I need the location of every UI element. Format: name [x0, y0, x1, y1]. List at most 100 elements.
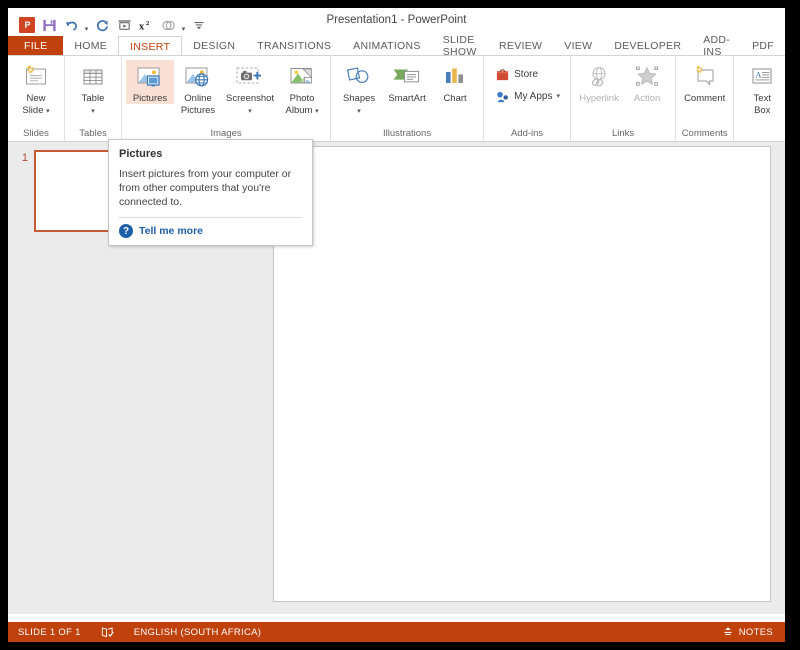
text-box-label-2: Box [754, 105, 770, 116]
document-title: Presentation1 - PowerPoint [8, 14, 785, 26]
shapes-caret-icon[interactable]: ▾ [357, 108, 361, 115]
chart-label: Chart [443, 93, 466, 104]
smartart-label: SmartArt [388, 93, 425, 104]
action-button[interactable]: Action [623, 60, 671, 104]
my-apps-button[interactable]: My Apps ▾ [491, 85, 563, 107]
screenshot-caret-icon[interactable]: ▾ [248, 108, 252, 115]
tooltip-title: Pictures [119, 148, 302, 160]
tooltip-body: Insert pictures from your computer or fr… [119, 167, 302, 209]
tab-insert[interactable]: INSERT [118, 36, 182, 56]
tooltip-separator [119, 217, 302, 218]
group-label-comments: Comments [680, 126, 729, 141]
my-apps-icon [494, 88, 510, 104]
ribbon-group-images: Pictures [122, 56, 331, 141]
ribbon-tab-strip: FILE HOME INSERT DESIGN TRANSITIONS ANIM… [8, 36, 785, 56]
language-status[interactable]: ENGLISH (SOUTH AFRICA) [124, 627, 271, 638]
tab-file[interactable]: FILE [8, 36, 63, 56]
group-label-text: Text [738, 126, 785, 141]
status-bar: SLIDE 1 OF 1 ENGLISH (SOUTH AFRICA) [8, 622, 785, 642]
status-bar-right: NOTES [722, 626, 785, 638]
tab-review[interactable]: REVIEW [488, 36, 553, 56]
powerpoint-window: P ▾ [8, 8, 785, 642]
pictures-icon [135, 62, 165, 92]
online-pictures-label-2: Pictures [181, 105, 215, 116]
table-label: Table [82, 93, 105, 104]
help-question-icon: ? [119, 224, 133, 238]
hyperlink-label: Hyperlink [579, 93, 619, 104]
tab-transitions[interactable]: TRANSITIONS [246, 36, 342, 56]
store-button[interactable]: Store [491, 63, 563, 85]
ribbon-group-illustrations: Shapes ▾ SmartArt [331, 56, 484, 141]
my-apps-caret-icon[interactable]: ▾ [556, 93, 560, 100]
photo-album-label-1: Photo [290, 93, 315, 104]
tell-me-more-link[interactable]: Tell me more [139, 225, 203, 237]
online-pictures-icon [183, 62, 213, 92]
group-label-illustrations: Illustrations [335, 126, 479, 141]
tab-animations[interactable]: ANIMATIONS [342, 36, 432, 56]
language-label: ENGLISH (SOUTH AFRICA) [134, 627, 261, 638]
smartart-button[interactable]: SmartArt [383, 60, 431, 104]
hyperlink-icon [584, 62, 614, 92]
shapes-icon [344, 62, 374, 92]
ribbon-group-tables: Table ▾ Tables [65, 56, 122, 141]
group-label-slides: Slides [12, 126, 60, 141]
photo-album-button[interactable]: Photo Album ▾ [278, 60, 326, 116]
ribbon-group-comments: Comment Comments [676, 56, 734, 141]
pictures-button[interactable]: Pictures [126, 60, 174, 104]
table-button[interactable]: Table ▾ [69, 60, 117, 116]
ribbon: New Slide ▾ Slides [8, 56, 785, 142]
table-icon [79, 62, 107, 92]
chart-button[interactable]: Chart [431, 60, 479, 104]
tab-developer[interactable]: DEVELOPER [603, 36, 692, 56]
tab-design[interactable]: DESIGN [182, 36, 246, 56]
new-slide-icon [22, 62, 50, 92]
group-label-addins: Add-ins [488, 126, 566, 141]
table-caret-icon[interactable]: ▾ [91, 108, 95, 115]
pictures-label: Pictures [133, 93, 167, 104]
text-box-icon: A [748, 62, 776, 92]
shapes-button[interactable]: Shapes ▾ [335, 60, 383, 116]
store-label: Store [514, 69, 538, 80]
title-bar: P ▾ [8, 8, 785, 36]
text-box-label-1: Text [754, 93, 771, 104]
proofing-icon [101, 626, 114, 638]
tooltip-link-row[interactable]: ? Tell me more [119, 224, 302, 238]
my-apps-label: My Apps [514, 91, 552, 102]
photo-album-icon [287, 62, 317, 92]
photo-album-label-2: Album [286, 105, 313, 116]
new-slide-label-1: New [26, 93, 45, 104]
comment-label: Comment [684, 93, 725, 104]
notes-label[interactable]: NOTES [739, 627, 773, 638]
hyperlink-button[interactable]: Hyperlink [575, 60, 623, 104]
new-slide-button[interactable]: New Slide ▾ [12, 60, 60, 116]
group-label-links: Links [575, 126, 671, 141]
proofing-status[interactable] [91, 626, 124, 638]
tab-slide-show[interactable]: SLIDE SHOW [432, 36, 488, 56]
tab-add-ins[interactable]: ADD-INS [692, 36, 741, 56]
tab-home[interactable]: HOME [63, 36, 118, 56]
ribbon-group-text: A Text Box [734, 56, 785, 141]
ribbon-group-addins: Store My Apps ▾ [484, 56, 571, 141]
slide-count-label: SLIDE 1 OF 1 [18, 627, 81, 638]
online-pictures-button[interactable]: Online Pictures [174, 60, 222, 116]
shapes-label: Shapes [343, 93, 375, 104]
comment-button[interactable]: Comment [680, 60, 729, 104]
slide-editing-surface[interactable] [273, 146, 771, 602]
workspace: 1 Pictures Insert pictures from your com… [8, 142, 785, 614]
slide-number-label: 1 [14, 150, 28, 164]
screenshot-button[interactable]: Screenshot ▾ [222, 60, 278, 116]
pictures-tooltip: Pictures Insert pictures from your compu… [108, 139, 313, 246]
notes-icon[interactable] [722, 626, 734, 638]
photo-album-caret-icon[interactable]: ▾ [315, 108, 319, 115]
screenshot-icon [233, 62, 267, 92]
new-slide-caret-icon[interactable]: ▾ [46, 108, 50, 115]
slide-count-status[interactable]: SLIDE 1 OF 1 [8, 627, 91, 638]
tab-view[interactable]: VIEW [553, 36, 603, 56]
new-slide-label-2: Slide [22, 105, 43, 116]
chart-icon [441, 62, 469, 92]
text-box-button[interactable]: A Text Box [738, 60, 785, 116]
tab-pdf[interactable]: PDF [741, 36, 785, 56]
screenshot-label: Screenshot [226, 93, 274, 104]
ribbon-group-slides: New Slide ▾ Slides [8, 56, 65, 141]
comment-icon [690, 62, 720, 92]
